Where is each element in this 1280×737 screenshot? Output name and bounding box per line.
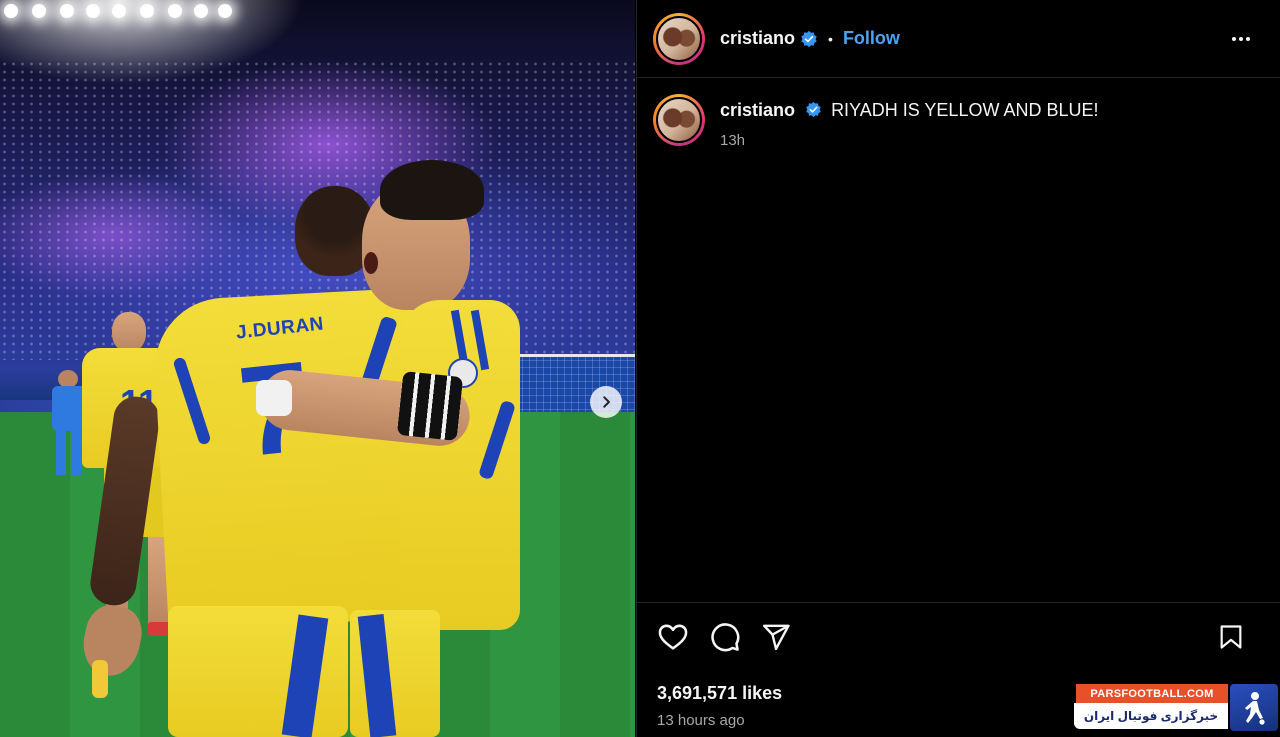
verified-badge-icon bbox=[805, 101, 822, 118]
avatar[interactable] bbox=[653, 12, 705, 65]
comment-button[interactable] bbox=[709, 621, 741, 653]
next-media-button[interactable] bbox=[590, 386, 622, 418]
follow-button[interactable]: Follow bbox=[843, 28, 900, 49]
caption-row: cristiano RIYADH IS YELLOW AND BLUE! 13h bbox=[637, 78, 1280, 149]
header-separator: • bbox=[828, 30, 833, 47]
caption-username[interactable]: cristiano bbox=[720, 100, 795, 120]
post-side-panel: cristiano • Follow cristiano RIYADH IS Y… bbox=[636, 0, 1280, 737]
watermark-site: PARSFOOTBALL.COM bbox=[1076, 684, 1228, 703]
verified-badge-icon bbox=[800, 30, 818, 48]
bookmark-icon bbox=[1220, 625, 1242, 649]
caption-age: 13h bbox=[720, 132, 746, 149]
stadium-lights bbox=[0, 0, 240, 26]
caption: cristiano RIYADH IS YELLOW AND BLUE! bbox=[720, 100, 1098, 121]
player-ronaldo bbox=[200, 160, 530, 737]
comment-icon bbox=[711, 623, 740, 652]
parsfootball-watermark: PARSFOOTBALL.COM خبرگزاری فوتبال ایران bbox=[1074, 684, 1280, 732]
post-image[interactable]: 11 J.DURAN 7 bbox=[0, 0, 635, 737]
heart-icon bbox=[658, 624, 688, 650]
header-username[interactable]: cristiano bbox=[720, 28, 795, 49]
share-icon bbox=[762, 624, 790, 651]
caption-text: RIYADH IS YELLOW AND BLUE! bbox=[831, 100, 1099, 120]
more-options-icon[interactable] bbox=[1226, 31, 1256, 47]
share-button[interactable] bbox=[761, 622, 791, 652]
like-button[interactable] bbox=[657, 621, 689, 653]
watermark-logo-icon bbox=[1230, 684, 1278, 731]
caption-avatar[interactable] bbox=[653, 94, 705, 146]
save-button[interactable] bbox=[1217, 622, 1245, 652]
watermark-tagline: خبرگزاری فوتبال ایران bbox=[1074, 703, 1228, 729]
post-header: cristiano • Follow bbox=[637, 0, 1280, 78]
chevron-right-icon bbox=[603, 396, 610, 408]
